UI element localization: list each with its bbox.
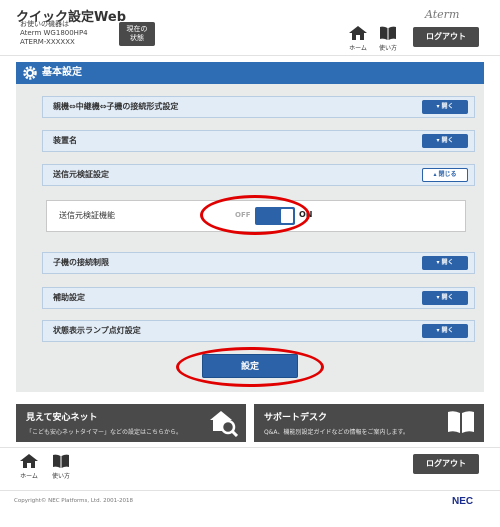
help-label: 使い方 (378, 45, 397, 52)
home-icon (349, 26, 367, 40)
support-desk-banner[interactable]: サポートデスク Q&A、機能別設定ガイドなどの情報をご案内します。 (254, 404, 484, 442)
device-id: ATERM-XXXXXX (20, 38, 75, 46)
open-button[interactable]: ▾ 開く (422, 324, 468, 338)
banner-title: 見えて安心ネット (26, 413, 98, 423)
home-label: ホーム (349, 45, 367, 52)
section-connection-mode[interactable]: 親機⇔中継機⇔子機の接続形式設定 ▾ 開く (42, 96, 475, 118)
banner-desc: Q&A、機能別設定ガイドなどの情報をご案内します。 (264, 429, 409, 436)
divider (0, 447, 500, 448)
logout-button[interactable]: ログアウト (413, 27, 479, 47)
highlight-oval-submit (176, 347, 324, 387)
footer-home-button[interactable]: ホーム (16, 454, 42, 480)
book-icon (53, 454, 69, 468)
open-button[interactable]: ▾ 開く (422, 256, 468, 270)
highlight-oval-toggle (200, 195, 310, 235)
basic-settings-panel: 基本設定 親機⇔中継機⇔子機の接続形式設定 ▾ 開く 装置名 ▾ 開く 送信元検… (16, 62, 484, 392)
open-button[interactable]: ▾ 開く (422, 134, 468, 148)
panel-header: 基本設定 (16, 62, 484, 84)
close-button[interactable]: ▴ 閉じる (422, 168, 468, 182)
copyright: Copyright© NEC Platforms, Ltd. 2001-2018 (14, 498, 134, 504)
banner-title: サポートデスク (264, 413, 328, 423)
banner-desc: 「こども安心ネットタイマー」などの設定はこちらから。 (26, 429, 183, 436)
mieteanshin-banner[interactable]: 見えて安心ネット 「こども安心ネットタイマー」などの設定はこちらから。 (16, 404, 246, 442)
open-button[interactable]: ▾ 開く (422, 100, 468, 114)
gear-icon (23, 66, 37, 80)
brand-logo: Aterm (425, 8, 460, 21)
footer-logout-button[interactable]: ログアウト (413, 454, 479, 474)
section-source-check[interactable]: 送信元検証設定 ▴ 閉じる (42, 164, 475, 186)
panel-title: 基本設定 (42, 67, 82, 78)
open-button[interactable]: ▾ 開く (422, 291, 468, 305)
current-status-button[interactable]: 現在の 状態 (119, 22, 155, 46)
header: クイック設定Web お使いの機器は Aterm WG1800HP4 ATERM-… (0, 0, 500, 56)
footer-help-button[interactable]: 使い方 (48, 454, 74, 480)
help-button[interactable]: 使い方 (375, 26, 401, 52)
home-icon (20, 454, 38, 468)
house-magnifier-icon (210, 411, 238, 437)
section-auxiliary[interactable]: 補助設定 ▾ 開く (42, 287, 475, 309)
nec-logo: NEC (452, 496, 474, 507)
device-model: Aterm WG1800HP4 (20, 29, 88, 37)
footer-divider (0, 490, 500, 491)
book-icon (448, 411, 474, 433)
home-button[interactable]: ホーム (345, 26, 371, 52)
device-label: お使いの機器は (20, 20, 69, 28)
help-label: 使い方 (51, 473, 70, 480)
home-label: ホーム (20, 473, 38, 480)
section-client-limit[interactable]: 子機の接続制限 ▾ 開く (42, 252, 475, 274)
section-status-lamp[interactable]: 状態表示ランプ点灯設定 ▾ 開く (42, 320, 475, 342)
source-check-label: 送信元検証機能 (59, 211, 115, 220)
device-info: お使いの機器は Aterm WG1800HP4 ATERM-XXXXXX (20, 20, 88, 47)
book-icon (380, 26, 396, 40)
section-device-name[interactable]: 装置名 ▾ 開く (42, 130, 475, 152)
